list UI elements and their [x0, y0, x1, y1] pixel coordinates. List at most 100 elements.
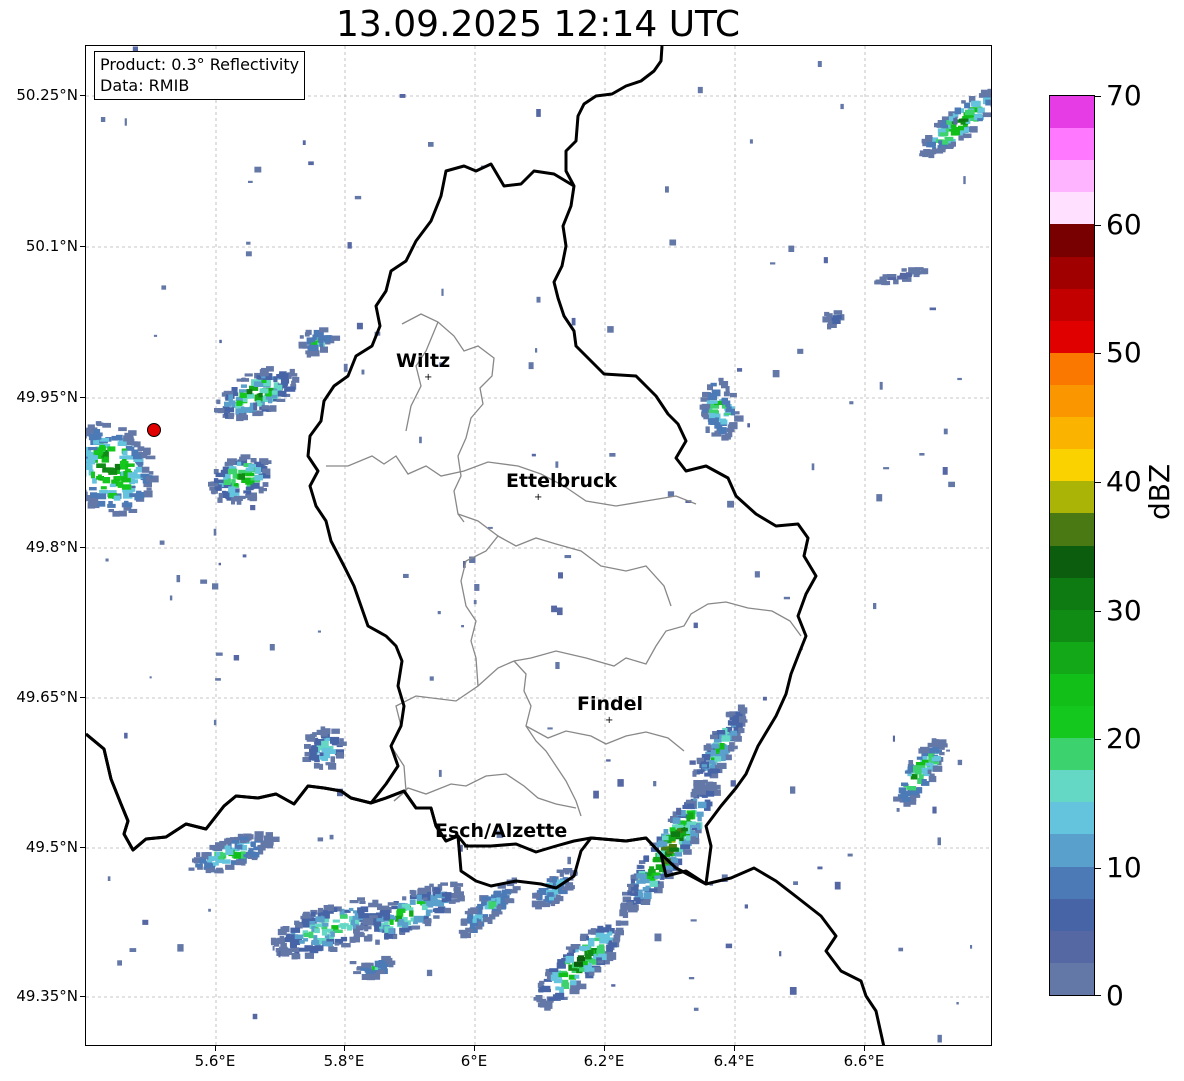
radar-pixel [374, 973, 381, 980]
radar-pixel [219, 339, 222, 344]
radar-pixel [558, 572, 563, 579]
radar-pixel [117, 960, 122, 966]
radar-pixel [196, 852, 201, 858]
radar-pixel [177, 944, 184, 952]
radar-pixel [302, 920, 310, 928]
radar-pixel [266, 844, 274, 849]
radar-pixel [669, 847, 679, 852]
radar-pixel [565, 955, 574, 963]
radar-pixel [265, 832, 273, 837]
radar-pixel [721, 735, 731, 742]
radar-pixel [122, 450, 128, 456]
radar-pixel [908, 760, 914, 766]
radar-pixel [359, 900, 366, 904]
radar-pixel [225, 864, 235, 870]
radar-pixel [578, 983, 587, 990]
radar-pixel [254, 467, 262, 474]
radar-pixel [235, 860, 243, 866]
radar-pixel [379, 905, 390, 909]
radar-pixel [254, 166, 262, 173]
radar-pixel [481, 896, 492, 901]
radar-pixel [401, 903, 411, 908]
colorbar-segment [1050, 159, 1094, 193]
radar-pixel [331, 335, 341, 341]
location-marker-icon[interactable] [147, 423, 161, 437]
radar-pixel [299, 335, 304, 339]
radar-pixel [338, 924, 346, 928]
radar-pixel [348, 907, 354, 912]
radar-pixel [932, 806, 937, 814]
radar-pixel [654, 933, 662, 942]
radar-pixel [262, 482, 269, 487]
radar-pixel [696, 770, 704, 774]
radar-pixel [918, 774, 924, 780]
radar-pixel [594, 966, 602, 973]
radar-pixel [322, 922, 329, 927]
radar-pixel [320, 346, 328, 353]
radar-pixel [565, 946, 573, 950]
radar-pixel [738, 727, 743, 734]
radar-pixel [143, 448, 151, 453]
radar-pixel [225, 848, 234, 855]
radar-pixel [329, 834, 334, 840]
radar-pixel [339, 738, 344, 745]
radar-pixel [217, 408, 225, 414]
radar-pixel [309, 921, 316, 925]
radar-pixel [473, 600, 477, 605]
colorbar-segment [1050, 930, 1094, 963]
y-tick [80, 95, 85, 96]
radar-pixel [711, 743, 719, 749]
radar-pixel [100, 486, 107, 490]
radar-pixel [669, 239, 677, 246]
x-tick-label: 6.6°E [843, 1052, 885, 1070]
radar-pixel [932, 746, 940, 752]
radar-pixel [670, 831, 680, 837]
x-tick [215, 1046, 216, 1051]
radar-pixel [374, 960, 385, 968]
radar-pixel [351, 919, 355, 925]
radar-pixel [640, 900, 651, 905]
radar-pixel [607, 326, 614, 333]
radar-pixel [630, 879, 635, 884]
radar-pixel [124, 432, 134, 438]
radar-pixel [817, 866, 823, 870]
radar-pixel [248, 180, 253, 183]
radar-pixel [612, 952, 617, 960]
radar-pixel [282, 949, 293, 955]
radar-pixel [320, 726, 326, 730]
radar-pixel [397, 908, 406, 913]
radar-pixel [696, 757, 704, 762]
colorbar-tick-label: 0 [1106, 979, 1124, 1012]
radar-pixel [797, 348, 804, 354]
radar-pixel [608, 942, 618, 948]
radar-pixel [304, 332, 310, 337]
map-canvas [86, 46, 991, 1045]
radar-pixel [398, 919, 404, 924]
radar-map[interactable] [85, 45, 992, 1046]
radar-pixel [985, 99, 991, 106]
colorbar-tick-label: 40 [1106, 465, 1142, 498]
radar-pixel [627, 883, 634, 887]
x-tick-label: 5.6°E [194, 1052, 236, 1070]
colorbar-tick [1095, 868, 1101, 869]
radar-pixel [561, 979, 569, 985]
radar-pixel [226, 837, 232, 843]
radar-pixel [294, 934, 304, 940]
radar-pixel [90, 471, 95, 479]
radar-pixel [902, 797, 911, 803]
radar-pixel [458, 929, 465, 934]
radar-pixel [824, 311, 830, 316]
radar-pixel [909, 786, 917, 791]
radar-pixel [535, 348, 538, 353]
radar-pixel [304, 952, 314, 959]
radar-pixel [236, 498, 242, 505]
radar-pixel [254, 831, 264, 838]
y-tick-label: 49.95°N [16, 388, 78, 406]
x-tick [734, 1046, 735, 1051]
radar-pixel [416, 894, 422, 902]
radar-pixel [571, 988, 580, 994]
radar-pixel [611, 984, 616, 987]
y-tick [80, 996, 85, 997]
colorbar-segment [1050, 769, 1094, 803]
radar-pixel [131, 486, 136, 489]
